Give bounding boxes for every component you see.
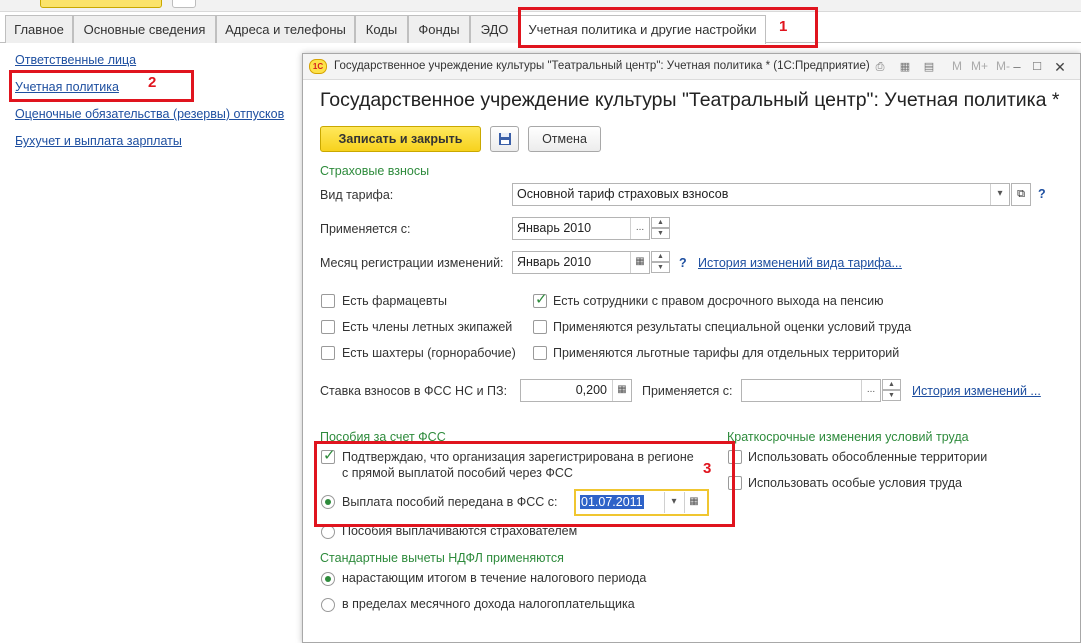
app-logo-icon: 1С	[309, 59, 327, 74]
fss-applies-spin-up[interactable]: ▲	[882, 379, 901, 390]
benefits-employer-radio[interactable]	[321, 525, 335, 539]
tariff-select[interactable]: Основной тариф страховых взносов	[512, 183, 1010, 206]
save-button[interactable]	[490, 126, 519, 152]
special-conditions-label: Использовать особые условия труда	[748, 476, 963, 490]
miners-checkbox[interactable]	[321, 346, 335, 360]
reg-month-spin-up[interactable]: ▲	[651, 251, 670, 262]
tab-edo[interactable]: ЭДО	[470, 15, 519, 43]
ndfl-cumulative-label: нарастающим итогом в течение налогового …	[342, 571, 647, 585]
calendar-icon[interactable]: ▤	[921, 59, 937, 75]
memory-minus-button[interactable]: M-	[996, 59, 1010, 73]
calculator-icon[interactable]: ▦	[897, 59, 913, 75]
tab-funds[interactable]: Фонды	[408, 15, 470, 43]
floppy-icon	[498, 133, 511, 145]
sidebar-item-vacation-reserves[interactable]: Оценочные обязательства (резервы) отпуск…	[15, 107, 284, 121]
annotation-box-1	[518, 7, 818, 48]
miners-label: Есть шахтеры (горнорабочие)	[342, 346, 516, 360]
territory-tariffs-checkbox[interactable]	[533, 346, 547, 360]
fss-rate-label: Ставка взносов в ФСС НС и ПЗ:	[320, 384, 508, 398]
reg-month-calendar-icon[interactable]: ▦	[630, 252, 649, 273]
fss-applies-select-button[interactable]: ...	[861, 380, 880, 401]
fss-history-link[interactable]: История изменений ...	[912, 384, 1041, 398]
minimize-icon[interactable]: –	[1009, 59, 1025, 75]
radio-dot	[325, 576, 331, 582]
annotation-number-1: 1	[779, 18, 788, 35]
annotation-number-2: 2	[148, 74, 157, 91]
tariff-history-link[interactable]: История изменений вида тарифа...	[698, 256, 902, 270]
ndfl-section-header: Стандартные вычеты НДФЛ применяются	[320, 551, 564, 565]
dialog-window-title: Государственное учреждение культуры "Теа…	[334, 60, 870, 72]
reg-month-spin-down[interactable]: ▼	[651, 262, 670, 273]
checkmark-icon: ✓	[535, 291, 548, 308]
short-term-section-header: Краткосрочные изменения условий труда	[727, 430, 969, 444]
fss-rate-calculator-icon[interactable]: ▦	[612, 380, 631, 401]
tariff-label: Вид тарифа:	[320, 188, 394, 202]
print-icon[interactable]: ⎙	[872, 59, 888, 75]
flight-crew-checkbox[interactable]	[321, 320, 335, 334]
reg-month-help-icon[interactable]: ?	[679, 256, 687, 270]
tab-addresses-phones[interactable]: Адреса и телефоны	[216, 15, 355, 43]
memory-plus-button[interactable]: M+	[971, 59, 988, 73]
tariff-dropdown-icon[interactable]: ▾	[990, 184, 1009, 205]
fss-rate-value: 0,200	[575, 383, 607, 397]
reg-month-label: Месяц регистрации изменений:	[320, 256, 504, 270]
memory-m-button[interactable]: M	[952, 59, 962, 73]
pharmacists-checkbox[interactable]	[321, 294, 335, 308]
tariff-open-button[interactable]: ⧉	[1011, 183, 1031, 206]
applies-from-label: Применяется с:	[320, 222, 411, 236]
territory-tariffs-label: Применяются льготные тарифы для отдельны…	[553, 346, 900, 360]
top-secondary-button[interactable]	[172, 0, 196, 8]
special-assessment-label: Применяются результаты специальной оценк…	[553, 320, 912, 334]
close-icon[interactable]: ✕	[1052, 59, 1068, 75]
save-and-close-button[interactable]: Записать и закрыть	[320, 126, 481, 152]
tab-main[interactable]: Главное	[5, 15, 73, 43]
sidebar-item-responsible-persons[interactable]: Ответственные лица	[15, 53, 136, 67]
tab-basic-info[interactable]: Основные сведения	[73, 15, 216, 43]
annotation-box-2	[9, 70, 194, 102]
early-retirement-label: Есть сотрудники с правом досрочного выхо…	[553, 294, 884, 308]
pharmacists-label: Есть фармацевты	[342, 294, 447, 308]
special-assessment-checkbox[interactable]	[533, 320, 547, 334]
applies-from-spin-down[interactable]: ▼	[651, 228, 670, 239]
ndfl-monthly-radio[interactable]	[321, 598, 335, 612]
sidebar-item-payroll-accounting[interactable]: Бухучет и выплата зарплаты	[15, 134, 182, 148]
maximize-icon[interactable]: ☐	[1029, 59, 1045, 75]
applies-from-select-button[interactable]: ...	[630, 218, 649, 239]
applies-from-value: Январь 2010	[517, 221, 592, 235]
fss-applies-input[interactable]	[741, 379, 881, 402]
applies-from-spin-up[interactable]: ▲	[651, 217, 670, 228]
reg-month-value: Январь 2010	[517, 255, 592, 269]
form-title: Государственное учреждение культуры "Теа…	[320, 89, 1060, 111]
separate-territories-label: Использовать обособленные территории	[748, 450, 988, 464]
tab-codes[interactable]: Коды	[355, 15, 408, 43]
tariff-value: Основной тариф страховых взносов	[517, 187, 729, 201]
tariff-help-icon[interactable]: ?	[1038, 187, 1046, 201]
cancel-button[interactable]: Отмена	[528, 126, 601, 152]
annotation-number-3: 3	[703, 460, 712, 477]
insurance-section-header: Страховые взносы	[320, 164, 430, 178]
ndfl-monthly-label: в пределах месячного дохода налогоплател…	[342, 597, 635, 611]
fss-applies-label: Применяется с:	[642, 384, 733, 398]
early-retirement-checkbox[interactable]: ✓	[533, 291, 548, 308]
fss-applies-spin-down[interactable]: ▼	[882, 390, 901, 401]
top-primary-button[interactable]	[40, 0, 162, 8]
ndfl-cumulative-radio[interactable]	[321, 572, 335, 586]
annotation-box-3	[314, 441, 735, 527]
flight-crew-label: Есть члены летных экипажей	[342, 320, 513, 334]
